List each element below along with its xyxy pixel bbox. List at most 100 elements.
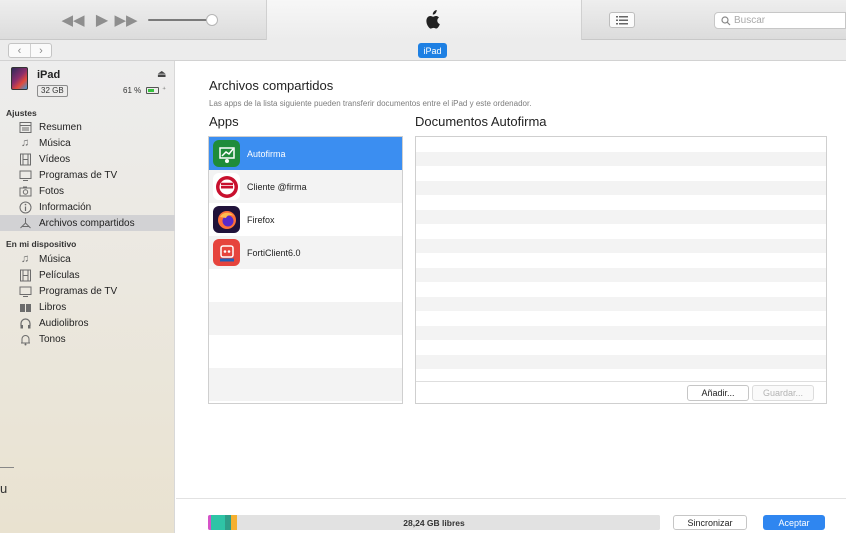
nav-bar: ‹ › iPad	[0, 40, 846, 61]
empty-row	[416, 354, 826, 369]
charging-icon: ⁺	[162, 85, 167, 94]
battery-percent: 61 %	[123, 86, 142, 95]
sync-button[interactable]: Sincronizar	[673, 515, 747, 530]
volume-track	[148, 19, 210, 21]
app-row-firefox[interactable]: Firefox	[209, 203, 402, 236]
empty-row	[416, 267, 826, 282]
empty-row	[416, 311, 826, 326]
sidebar-item-device-tv[interactable]: Programas de TV	[0, 283, 175, 299]
empty-row	[416, 224, 826, 239]
empty-row	[416, 166, 826, 181]
documents-footer: Añadir... Guardar...	[416, 381, 826, 403]
tv-icon	[18, 284, 32, 298]
storage-free-label: 28,24 GB libres	[403, 517, 465, 528]
sidebar-item-label: Fotos	[39, 185, 65, 197]
sidebar-item-books[interactable]: Libros	[0, 299, 175, 315]
sidebar-item-photos[interactable]: Fotos	[0, 183, 175, 199]
empty-row	[416, 238, 826, 253]
rewind-icon[interactable]: ◀◀	[61, 10, 84, 30]
empty-row	[209, 302, 402, 335]
sidebar-item-label: Resumen	[39, 121, 82, 133]
main-panel: Archivos compartidos Las apps de la list…	[176, 61, 846, 533]
battery-icon	[146, 87, 159, 94]
fast-forward-icon[interactable]: ▶▶	[114, 10, 137, 30]
info-icon	[18, 200, 32, 214]
accept-button[interactable]: Aceptar	[763, 515, 825, 530]
add-button[interactable]: Añadir...	[687, 385, 749, 401]
sidebar-item-label: Programas de TV	[39, 285, 118, 297]
section-on-device: En mi dispositivo	[6, 239, 77, 249]
search-input[interactable]	[734, 15, 834, 26]
device-header[interactable]: iPad ⏏ 32 GB 61 % ⁺	[0, 61, 175, 103]
storage-bar: 28,24 GB libres	[208, 515, 660, 530]
sidebar-item-summary[interactable]: Resumen	[0, 119, 175, 135]
history-nav: ‹ ›	[8, 43, 52, 58]
apps-list: Autofirma Cliente @firma Firefox FortiCl…	[208, 136, 403, 404]
sidebar-item-label: Información	[39, 201, 92, 213]
forward-chevron-icon[interactable]: ›	[29, 44, 51, 57]
empty-row	[416, 253, 826, 268]
tv-icon	[18, 168, 32, 182]
autofirma-icon	[213, 140, 240, 167]
play-icon[interactable]: ▶	[92, 10, 112, 30]
sidebar-item-videos[interactable]: Vídeos	[0, 151, 175, 167]
bottom-bar: 28,24 GB libres Sincronizar Aceptar	[176, 498, 846, 533]
sidebar-item-label: Películas	[39, 269, 80, 281]
device-name: iPad	[37, 69, 61, 81]
volume-slider[interactable]	[148, 12, 218, 28]
sidebar-item-info[interactable]: Información	[0, 199, 175, 215]
overlay-text-fragment: u	[0, 481, 8, 496]
page-title: Archivos compartidos	[209, 78, 334, 93]
search-icon	[721, 15, 731, 25]
sidebar-item-file-sharing[interactable]: Archivos compartidos	[0, 215, 175, 231]
empty-row	[416, 195, 826, 210]
empty-row	[416, 340, 826, 355]
empty-row	[416, 325, 826, 340]
headphones-icon	[18, 316, 32, 330]
volume-knob[interactable]	[206, 14, 218, 26]
search-field[interactable]	[714, 12, 846, 29]
empty-row	[209, 335, 402, 368]
camera-icon	[18, 184, 32, 198]
sidebar-item-label: Música	[39, 137, 71, 149]
page-description: Las apps de la lista siguiente pueden tr…	[209, 99, 532, 108]
forticlient-icon	[213, 239, 240, 266]
books-icon	[18, 300, 32, 314]
sidebar-item-label: Vídeos	[39, 153, 71, 165]
back-chevron-icon[interactable]: ‹	[9, 44, 30, 57]
sidebar-item-music[interactable]: ♫ Música	[0, 135, 175, 151]
capacity-badge: 32 GB	[37, 85, 68, 97]
sidebar-item-label: Programas de TV	[39, 169, 118, 181]
save-button[interactable]: Guardar...	[752, 385, 814, 401]
sidebar-item-movies[interactable]: Películas	[0, 267, 175, 283]
empty-row	[416, 137, 826, 152]
sidebar-item-tones[interactable]: Tonos	[0, 331, 175, 347]
app-name: Firefox	[247, 214, 275, 225]
app-name: Autofirma	[247, 148, 286, 159]
music-note-icon: ♫	[20, 253, 30, 265]
app-name: Cliente @firma	[247, 181, 307, 192]
documents-heading: Documentos Autofirma	[415, 114, 547, 129]
app-row-forticlient[interactable]: FortiClient6.0	[209, 236, 402, 269]
app-row-cliente-firma[interactable]: Cliente @firma	[209, 170, 402, 203]
film-icon	[18, 152, 32, 166]
toolbar: ◀◀ ▶ ▶▶	[0, 0, 846, 40]
bell-icon	[18, 332, 32, 346]
overlay-divider	[0, 467, 14, 468]
app-row-autofirma[interactable]: Autofirma	[209, 137, 402, 170]
empty-row	[416, 151, 826, 166]
sidebar-item-label: Libros	[39, 301, 67, 313]
sidebar-item-device-music[interactable]: ♫ Música	[0, 251, 175, 267]
section-settings: Ajustes	[6, 108, 37, 118]
empty-row	[209, 368, 402, 401]
apps-icon	[18, 216, 32, 230]
app-name: FortiClient6.0	[247, 247, 301, 258]
sidebar-item-audiobooks[interactable]: Audiolibros	[0, 315, 175, 331]
sidebar-item-label: Audiolibros	[39, 317, 89, 329]
eject-icon[interactable]: ⏏	[157, 69, 166, 80]
list-view-icon[interactable]	[609, 12, 635, 28]
film-icon	[18, 268, 32, 282]
sidebar-item-tv[interactable]: Programas de TV	[0, 167, 175, 183]
firefox-icon	[213, 206, 240, 233]
device-button[interactable]: iPad	[418, 43, 447, 58]
